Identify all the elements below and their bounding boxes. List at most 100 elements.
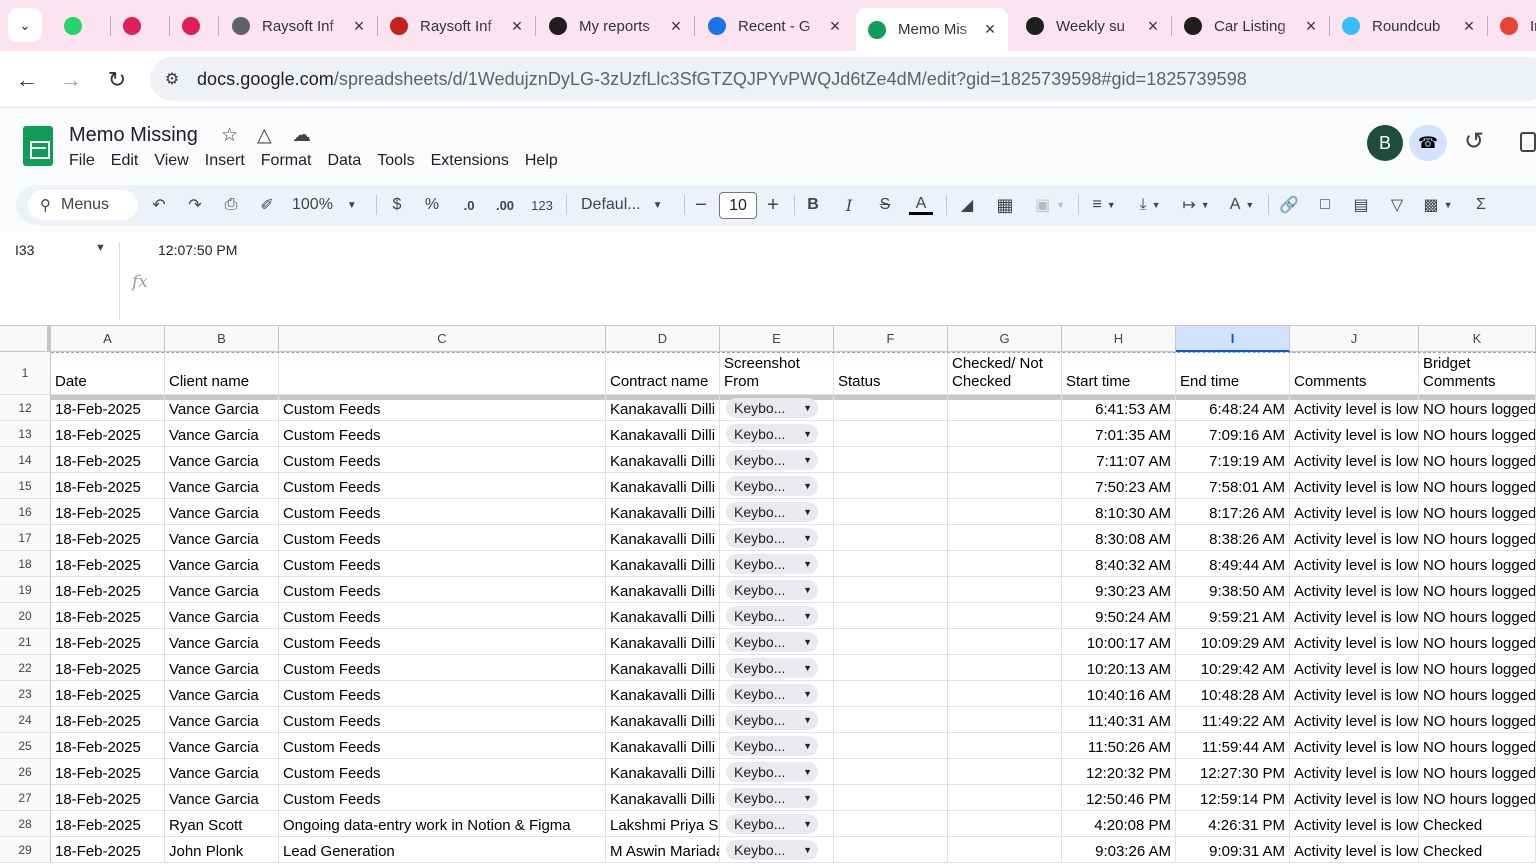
header-cell[interactable]: Status: [834, 352, 948, 395]
table-cell[interactable]: 18-Feb-2025: [51, 629, 165, 655]
menu-extensions[interactable]: Extensions: [431, 152, 509, 170]
dropdown-chip[interactable]: Keybo... ▼: [726, 475, 818, 496]
table-cell[interactable]: 9:50:24 AM: [1062, 603, 1176, 629]
table-cell[interactable]: [948, 837, 1062, 863]
close-tab-icon[interactable]: ×: [1143, 16, 1163, 37]
browser-tab[interactable]: Raysoft Inf ×: [378, 8, 535, 44]
strikethrough-icon[interactable]: S: [876, 185, 894, 225]
percent-format-button[interactable]: %: [422, 185, 442, 225]
table-cell[interactable]: Ongoing data-entry work in Notion & Figm…: [279, 811, 606, 837]
insert-link-icon[interactable]: 🔗: [1278, 185, 1300, 225]
header-cell[interactable]: End time: [1176, 352, 1290, 395]
table-cell[interactable]: 18-Feb-2025: [51, 837, 165, 863]
table-cell[interactable]: [834, 811, 948, 837]
table-cell[interactable]: 9:09:31 AM: [1176, 837, 1290, 863]
dropdown-chip[interactable]: Keybo... ▼: [726, 813, 818, 834]
table-cell[interactable]: Kanakavalli Dilli: [606, 629, 720, 655]
table-cell[interactable]: 11:59:44 AM: [1176, 733, 1290, 759]
table-cell[interactable]: Kanakavalli Dilli: [606, 551, 720, 577]
more-formats-button[interactable]: 123: [528, 185, 556, 225]
table-cell[interactable]: Activity level is low: [1290, 551, 1419, 577]
table-cell[interactable]: [834, 421, 948, 447]
menu-insert[interactable]: Insert: [205, 152, 245, 170]
close-tab-icon[interactable]: ×: [507, 16, 527, 37]
table-cell[interactable]: 8:40:32 AM: [1062, 551, 1176, 577]
table-cell[interactable]: 18-Feb-2025: [51, 759, 165, 785]
table-cell[interactable]: NO hours logged: [1419, 759, 1536, 785]
table-cell[interactable]: Kanakavalli Dilli: [606, 759, 720, 785]
close-tab-icon[interactable]: ×: [1301, 16, 1321, 37]
table-cell[interactable]: NO hours logged: [1419, 473, 1536, 499]
move-folder-icon[interactable]: △: [257, 124, 272, 147]
table-cell[interactable]: Kanakavalli Dilli: [606, 447, 720, 473]
table-cell[interactable]: NO hours logged: [1419, 499, 1536, 525]
column-header-d[interactable]: D: [606, 326, 720, 352]
table-cell[interactable]: Custom Feeds: [279, 447, 606, 473]
table-cell[interactable]: 7:01:35 AM: [1062, 421, 1176, 447]
table-cell[interactable]: 8:49:44 AM: [1176, 551, 1290, 577]
cloud-saved-icon[interactable]: ☁: [292, 124, 311, 147]
table-cell[interactable]: [834, 733, 948, 759]
table-cell[interactable]: NO hours logged: [1419, 707, 1536, 733]
table-cell[interactable]: [948, 551, 1062, 577]
table-cell[interactable]: John Plonk: [165, 837, 279, 863]
search-menus[interactable]: ⚲ Menus: [28, 190, 138, 220]
url-omnibox[interactable]: ⚙ docs.google.com/spreadsheets/d/1Wedujz…: [150, 57, 1536, 101]
table-cell[interactable]: Activity level is low: [1290, 447, 1419, 473]
table-cell[interactable]: [948, 655, 1062, 681]
row-header[interactable]: 22: [0, 655, 51, 681]
table-cell[interactable]: Vance Garcia: [165, 551, 279, 577]
table-cell[interactable]: [948, 603, 1062, 629]
table-cell[interactable]: [948, 707, 1062, 733]
dropdown-chip[interactable]: Keybo... ▼: [726, 657, 818, 678]
dropdown-chip[interactable]: Keybo... ▼: [726, 709, 818, 730]
table-cell[interactable]: Kanakavalli Dilli: [606, 577, 720, 603]
borders-icon[interactable]: ▦: [994, 185, 1016, 225]
table-cell[interactable]: [948, 421, 1062, 447]
text-wrapping-icon[interactable]: ↦ ▼: [1178, 185, 1214, 225]
dropdown-chip[interactable]: Keybo... ▼: [726, 605, 818, 626]
browser-tab[interactable]: Roundcub ×: [1330, 8, 1487, 44]
table-cell[interactable]: Custom Feeds: [279, 603, 606, 629]
table-cell[interactable]: 9:30:23 AM: [1062, 577, 1176, 603]
fill-color-icon[interactable]: ◢: [956, 185, 978, 225]
table-cell[interactable]: Custom Feeds: [279, 759, 606, 785]
font-size-input[interactable]: 10: [719, 192, 757, 219]
row-header[interactable]: 20: [0, 603, 51, 629]
table-cell[interactable]: [948, 577, 1062, 603]
font-family-select[interactable]: Defaul... ▼: [581, 185, 671, 225]
table-cell[interactable]: [834, 837, 948, 863]
menu-help[interactable]: Help: [525, 152, 558, 170]
table-cell[interactable]: 6:41:53 AM: [1062, 395, 1176, 421]
forward-arrow-icon[interactable]: →: [56, 65, 86, 95]
table-cell[interactable]: 10:29:42 AM: [1176, 655, 1290, 681]
table-cell[interactable]: Vance Garcia: [165, 655, 279, 681]
table-cell[interactable]: NO hours logged: [1419, 629, 1536, 655]
column-header-k[interactable]: K: [1419, 326, 1536, 352]
zoom-select[interactable]: 100% ▼: [292, 185, 362, 225]
table-cell[interactable]: Kanakavalli Dilli: [606, 707, 720, 733]
table-cell[interactable]: 18-Feb-2025: [51, 525, 165, 551]
browser-tab[interactable]: [170, 8, 218, 44]
table-cell[interactable]: 18-Feb-2025: [51, 395, 165, 421]
table-cell[interactable]: Keybo... ▼: [720, 447, 834, 473]
table-cell[interactable]: Keybo... ▼: [720, 421, 834, 447]
table-cell[interactable]: 12:20:32 PM: [1062, 759, 1176, 785]
table-cell[interactable]: [834, 551, 948, 577]
table-cell[interactable]: 9:03:26 AM: [1062, 837, 1176, 863]
table-cell[interactable]: [948, 629, 1062, 655]
table-cell[interactable]: Custom Feeds: [279, 499, 606, 525]
side-panel-icon[interactable]: [1520, 132, 1536, 152]
table-cell[interactable]: 18-Feb-2025: [51, 473, 165, 499]
table-cell[interactable]: 18-Feb-2025: [51, 785, 165, 811]
table-cell[interactable]: 4:20:08 PM: [1062, 811, 1176, 837]
horizontal-align-icon[interactable]: ≡ ▼: [1086, 185, 1122, 225]
table-cell[interactable]: 7:19:19 AM: [1176, 447, 1290, 473]
row-header[interactable]: 12: [0, 395, 51, 421]
table-cell[interactable]: NO hours logged: [1419, 525, 1536, 551]
column-header-g[interactable]: G: [948, 326, 1062, 352]
table-cell[interactable]: 18-Feb-2025: [51, 811, 165, 837]
table-cell[interactable]: 6:48:24 AM: [1176, 395, 1290, 421]
increase-font-size-icon[interactable]: +: [764, 185, 782, 225]
row-header[interactable]: 26: [0, 759, 51, 785]
